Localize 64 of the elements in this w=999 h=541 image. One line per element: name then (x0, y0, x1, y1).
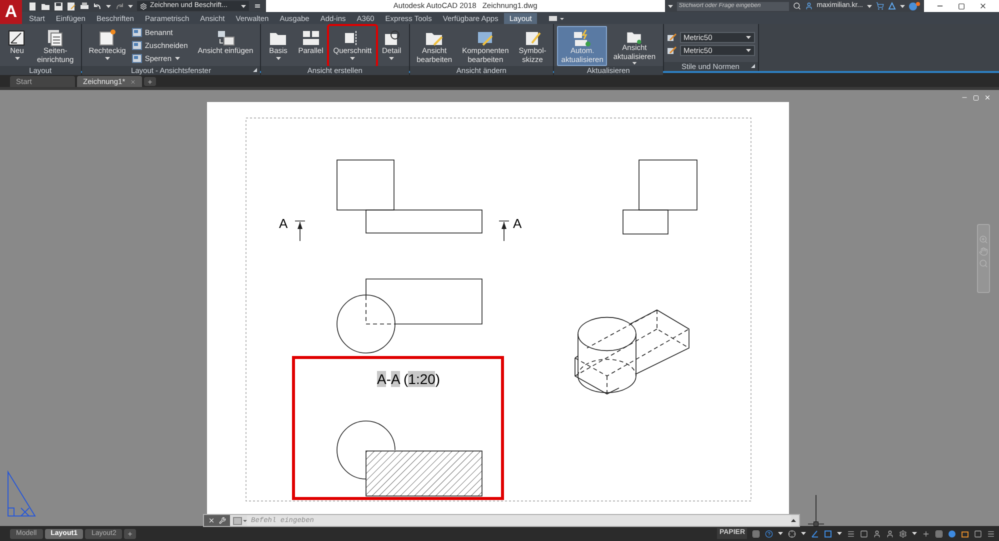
caret-icon (276, 56, 281, 60)
panel-launcher-icon[interactable] (750, 64, 754, 68)
rectangle-viewport-icon (97, 29, 118, 47)
search-icon[interactable] (792, 2, 801, 10)
plus-icon[interactable] (922, 530, 930, 538)
cart-icon[interactable] (876, 2, 884, 10)
expand-icon[interactable] (791, 519, 796, 522)
undo-icon[interactable] (93, 2, 102, 10)
caret-icon (128, 4, 133, 8)
caret-icon (837, 532, 842, 535)
caret-icon (389, 56, 394, 60)
object-snap-icon[interactable] (824, 530, 832, 538)
caret-icon (746, 49, 750, 52)
wrench-icon[interactable] (219, 517, 226, 524)
section-arrow-icon (498, 220, 510, 242)
caret-icon (104, 56, 110, 60)
section-label: A (279, 217, 288, 231)
caret-icon (241, 4, 246, 8)
maximize-icon[interactable] (958, 2, 965, 10)
caret-icon (778, 532, 783, 535)
caret-icon (867, 4, 872, 8)
edit-components-icon (475, 29, 496, 47)
auto-update-icon (572, 29, 592, 47)
caret-icon (106, 4, 111, 8)
caret-icon (174, 57, 180, 60)
layout-sheet-icon (7, 29, 27, 47)
close-icon[interactable] (979, 2, 987, 10)
add-layout-button[interactable] (124, 528, 136, 538)
view-label: A-A (1:20) (377, 371, 440, 387)
snap-icon[interactable] (788, 530, 796, 538)
gear-icon (140, 2, 147, 10)
caret-icon (350, 56, 355, 60)
command-prompt-icon[interactable] (233, 516, 247, 524)
new-tab-button[interactable] (144, 77, 156, 86)
page-stack-icon (45, 29, 66, 47)
section-label: A (513, 217, 522, 231)
plus-icon (147, 78, 153, 84)
print-icon[interactable] (80, 2, 89, 10)
app-logo[interactable]: A (0, 0, 22, 24)
named-viewport-icon (132, 28, 142, 37)
caret-icon (668, 4, 673, 8)
parallel-views-icon (300, 29, 321, 47)
style-icon (666, 33, 676, 42)
caret-icon (14, 56, 20, 60)
angle-icon[interactable] (811, 530, 819, 538)
save-as-icon[interactable] (67, 2, 76, 10)
section-arrow-icon (294, 220, 306, 242)
menu-icon[interactable] (987, 530, 995, 538)
new-file-icon[interactable] (28, 2, 37, 10)
caret-icon (900, 4, 905, 8)
toolbar-menu-icon[interactable] (253, 2, 262, 10)
caret-icon (912, 532, 917, 535)
redo-icon[interactable] (115, 2, 124, 10)
restore-icon[interactable] (973, 94, 979, 100)
style-icon (666, 46, 676, 55)
ucs-icon (5, 470, 37, 518)
insert-view-icon (216, 29, 236, 47)
user-icon[interactable] (804, 2, 813, 10)
save-icon[interactable] (54, 2, 63, 10)
plus-icon (127, 530, 134, 536)
grid-icon[interactable] (752, 530, 760, 538)
caret-icon (801, 532, 806, 535)
settings-icon[interactable] (899, 530, 907, 538)
caret-icon (746, 36, 750, 39)
